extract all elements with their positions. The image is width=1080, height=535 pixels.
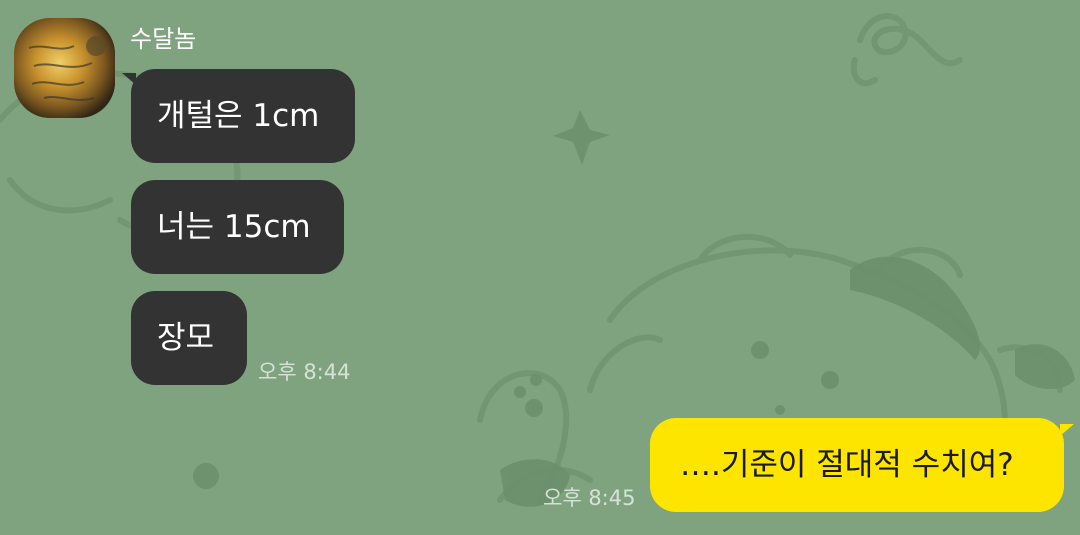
received-message-bubble[interactable]: 장모	[131, 291, 247, 385]
sent-message-bubble[interactable]: ….기준이 절대적 수치여?	[650, 418, 1074, 512]
message-text: 개털은 1cm	[157, 98, 320, 134]
received-message-bubble[interactable]: 너는 15cm	[131, 180, 344, 274]
received-timestamp: 오후 8:44	[258, 360, 351, 384]
profile-photo-icon	[14, 18, 115, 118]
message-text: 장모	[157, 320, 215, 356]
message-text: ….기준이 절대적 수치여?	[680, 447, 1014, 483]
received-message-bubble[interactable]: 개털은 1cm	[122, 69, 355, 163]
sender-name: 수달놈	[130, 25, 197, 53]
sent-timestamp: 오후 8:45	[543, 486, 636, 510]
sender-avatar[interactable]	[14, 18, 115, 118]
message-text: 너는 15cm	[157, 209, 311, 245]
